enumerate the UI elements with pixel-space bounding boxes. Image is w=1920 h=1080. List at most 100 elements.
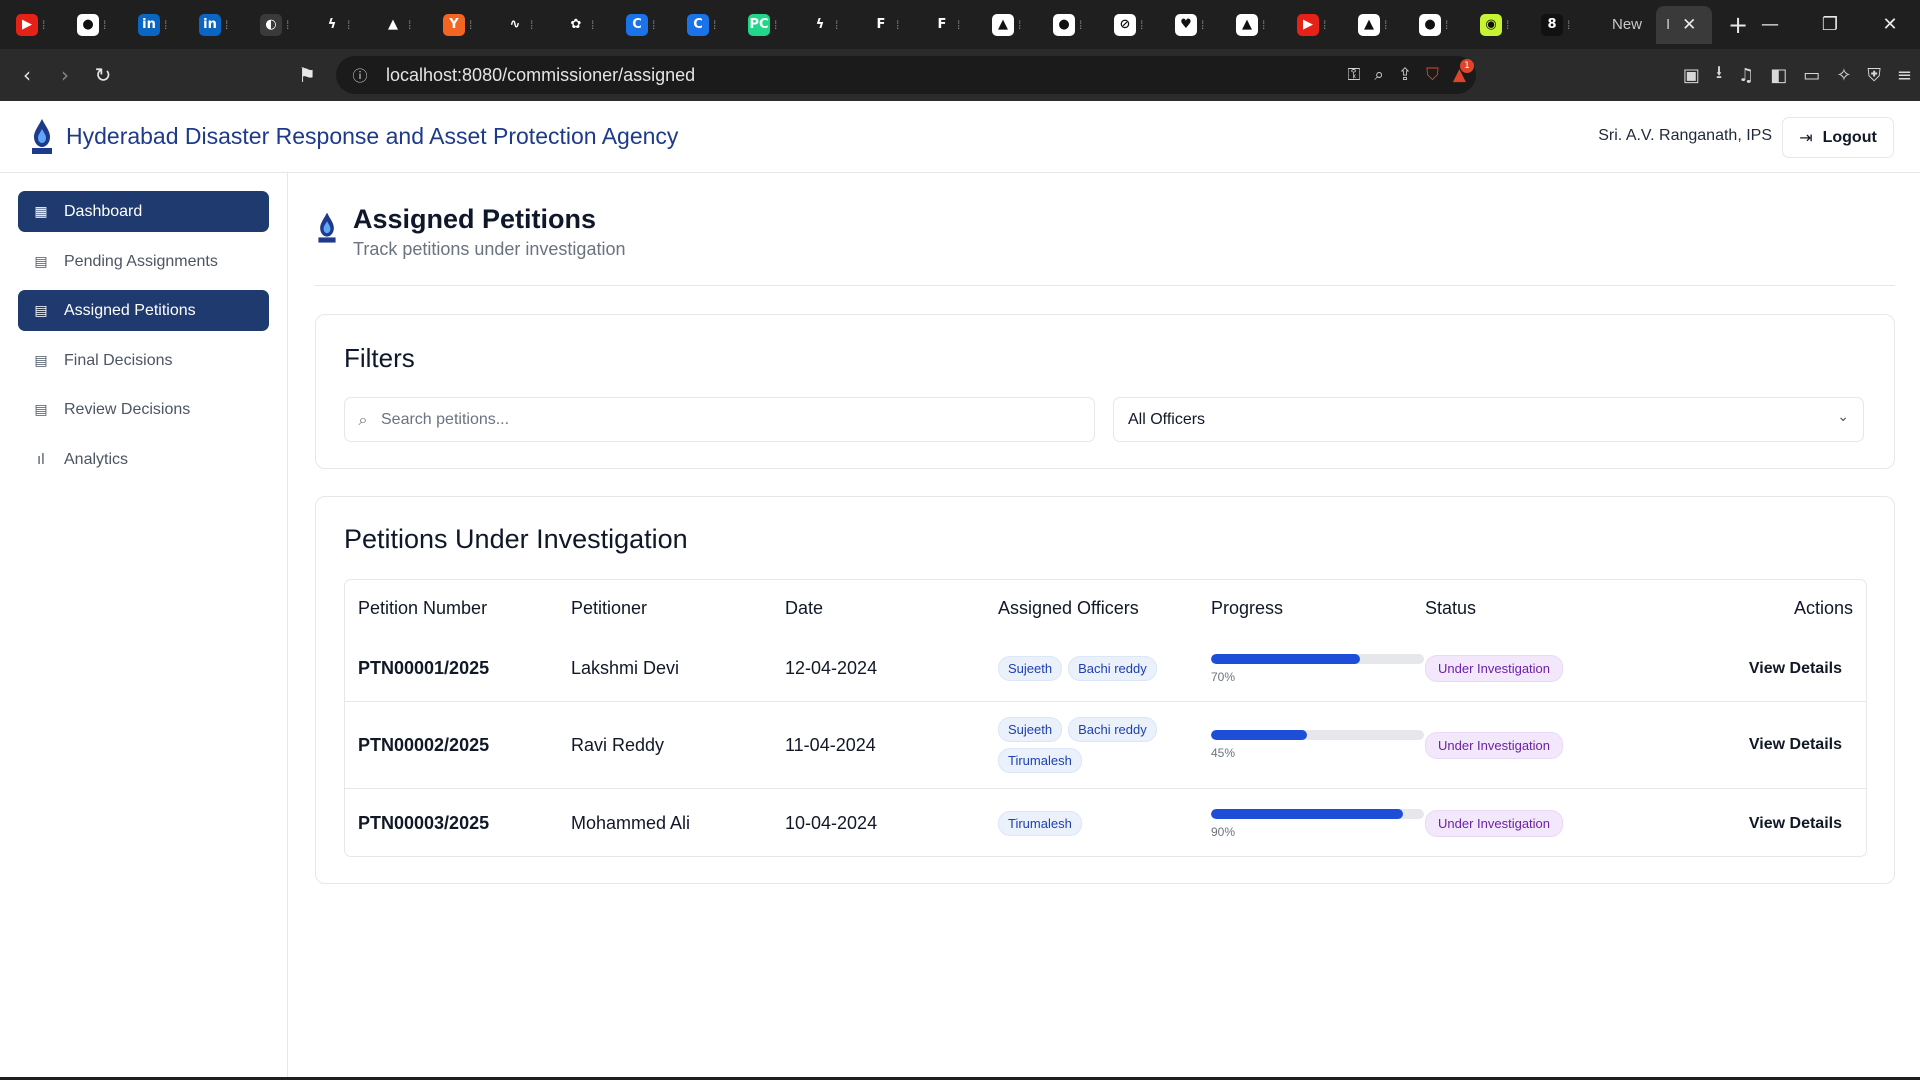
browser-tab[interactable]: ∿ ⁞ (494, 6, 555, 44)
browser-tab[interactable]: ▲ ⁞ (372, 6, 433, 44)
browser-tab[interactable]: in ⁞ (189, 6, 250, 44)
pycharm-icon: PC (748, 13, 770, 36)
browser-tab-new[interactable]: New (1592, 6, 1656, 44)
sidebar-item-assigned-petitions[interactable]: ▤ Assigned Petitions (18, 290, 269, 331)
restore-icon[interactable]: ❐ (1800, 0, 1860, 49)
drive-icon: ▲ (382, 13, 404, 36)
tab-separator: ⁞ (957, 17, 961, 32)
browser-tab-bar: ▶ ⁞ ● ⁞ in ⁞ in ⁞ ◐ ⁞ ϟ ⁞ ▲ ⁞ Y ⁞ ∿ ⁞ ✿ ⁞ C ⁞ C ⁞ PC ⁞ ϟ ⁞ F ⁞ F ⁞ ▲ ⁞ ● ⁞ ⊘… (0, 0, 1920, 49)
view-details-button[interactable]: View Details (1749, 702, 1842, 788)
status-cell: Under Investigation (1425, 636, 1564, 701)
browser-tab[interactable]: in ⁞ (128, 6, 189, 44)
reload-icon[interactable]: ↻ (84, 56, 122, 94)
share-icon[interactable]: ⇪ (1398, 65, 1412, 85)
browser-tab[interactable]: Y ⁞ (433, 6, 494, 44)
progress-bar (1211, 730, 1424, 740)
sidebar-item-pending-assignments[interactable]: ▤ Pending Assignments (18, 241, 269, 282)
zoom-icon[interactable]: ⌕ (1374, 65, 1384, 85)
search-input[interactable] (381, 410, 1061, 429)
reader-icon[interactable]: ▣ (1683, 65, 1700, 86)
browser-tab[interactable]: F ⁞ (921, 6, 982, 44)
browser-tab[interactable]: ▲ ⁞ (1226, 6, 1287, 44)
8-icon: 8 (1541, 13, 1563, 36)
view-details-button[interactable]: View Details (1749, 789, 1842, 856)
browser-tab[interactable]: 8 ⁞ (1531, 6, 1592, 44)
forward-icon[interactable]: › (46, 56, 84, 94)
progress-cell: 45% (1211, 702, 1424, 788)
status-badge: Under Investigation (1425, 731, 1564, 759)
sidebar-item-label: Review Decisions (64, 400, 191, 418)
browser-tab[interactable]: ◉ ⁞ (1470, 6, 1531, 44)
sidebar: ▦ Dashboard ▤ Pending Assignments ▤ Assi… (0, 173, 288, 1080)
browser-tab[interactable]: PC ⁞ (738, 6, 799, 44)
officer-select-value: All Officers (1128, 410, 1206, 428)
officer-chip: Tirumalesh (998, 748, 1082, 773)
tab-separator: ⁞ (1384, 17, 1388, 32)
brave-rewards-icon[interactable]: ▲ 1 (1453, 59, 1474, 85)
back-icon[interactable]: ‹ (8, 56, 46, 94)
sidebar-item-label: Assigned Petitions (64, 301, 196, 319)
menu-icon[interactable]: ≡ (1897, 65, 1912, 86)
browser-tab[interactable]: ϟ ⁞ (311, 6, 372, 44)
view-details-button[interactable]: View Details (1749, 636, 1842, 701)
vpn-icon[interactable]: ⛨ (1867, 65, 1881, 86)
tab-separator: ⁞ (408, 17, 412, 32)
search-icon: ⌕ (358, 409, 368, 429)
browser-tab-active[interactable]: I ✕ (1656, 5, 1712, 44)
petition-number: PTN00003/2025 (358, 813, 490, 833)
browser-tab[interactable]: F ⁞ (860, 6, 921, 44)
browser-tab[interactable]: C ⁞ (616, 6, 677, 44)
browser-tab[interactable]: ϟ ⁞ (799, 6, 860, 44)
download-icon[interactable]: ⭳ (1716, 60, 1722, 90)
tab-separator: ⁞ (1079, 17, 1083, 32)
tab-separator: ⁞ (591, 17, 595, 32)
close-window-icon[interactable]: ✕ (1860, 0, 1920, 49)
document-icon: ▤ (34, 401, 48, 418)
status-badge: Under Investigation (1425, 655, 1564, 682)
ycombinator-icon: Y (443, 13, 465, 36)
sidebar-item-final-decisions[interactable]: ▤ Final Decisions (18, 340, 269, 381)
leo-ai-icon[interactable]: ✧ (1836, 65, 1851, 86)
search-field[interactable]: ⌕ (344, 397, 1095, 442)
minimize-icon[interactable]: — (1740, 0, 1800, 49)
browser-tab[interactable]: C ⁞ (677, 6, 738, 44)
app-header: Hyderabad Disaster Response and Asset Pr… (0, 101, 1920, 173)
site-info-icon[interactable]: ⓘ (340, 65, 380, 86)
media-icon[interactable]: ♫ (1738, 65, 1754, 86)
close-tab-icon[interactable]: ✕ (1682, 15, 1696, 35)
browser-tab[interactable]: ⊘ ⁞ (1104, 6, 1165, 44)
browser-tab[interactable]: ♥ ⁞ (1165, 6, 1226, 44)
browser-tab[interactable]: ◐ ⁞ (250, 6, 311, 44)
address-url[interactable]: localhost:8080/commissioner/assigned (386, 65, 695, 86)
sidebar-item-review-decisions[interactable]: ▤ Review Decisions (18, 389, 269, 430)
browser-tab[interactable]: ▶ ⁞ (1287, 6, 1348, 44)
sidebar-item-analytics[interactable]: ıl Analytics (18, 439, 269, 480)
petition-number: PTN00002/2025 (358, 734, 490, 755)
browser-tab[interactable]: ● ⁞ (1409, 6, 1470, 44)
browser-tab[interactable]: ▲ ⁞ (1348, 6, 1409, 44)
browser-tab[interactable]: ● ⁞ (67, 6, 128, 44)
sidebar-toggle-icon[interactable]: ◧ (1770, 65, 1787, 86)
logout-label: Logout (1822, 128, 1877, 146)
wallet-icon[interactable]: ▭ (1803, 65, 1820, 86)
sidebar-item-dashboard[interactable]: ▦ Dashboard (18, 191, 269, 232)
tab-separator: ⁞ (469, 17, 473, 32)
browser-tab[interactable]: ✿ ⁞ (555, 6, 616, 44)
logout-button[interactable]: ⇥ Logout (1782, 117, 1894, 158)
tab-separator: ⁞ (42, 17, 46, 32)
page-title: Assigned Petitions (353, 204, 597, 234)
address-bar[interactable]: ⓘ localhost:8080/commissioner/assigned ⚿… (336, 56, 1476, 94)
framer-icon: F (931, 13, 953, 36)
brave-shield-icon[interactable]: ⛉ (1426, 65, 1439, 85)
browser-tab[interactable]: ▲ ⁞ (982, 6, 1043, 44)
vercel-icon: ▲ (1358, 13, 1380, 36)
petitioner-name: Mohammed Ali (571, 813, 691, 833)
assigned-officers: Tirumalesh (998, 789, 1168, 856)
browser-tab[interactable]: ▶ ⁞ (6, 6, 67, 44)
key-icon[interactable]: ⚿ (1347, 65, 1360, 85)
officer-select[interactable]: All Officers ⌄ (1113, 397, 1864, 442)
bookmark-icon[interactable]: ⚑ (288, 56, 326, 94)
browser-tab[interactable]: ● ⁞ (1043, 6, 1104, 44)
filters-title: Filters (344, 343, 415, 373)
progress-label: 70% (1211, 669, 1236, 684)
